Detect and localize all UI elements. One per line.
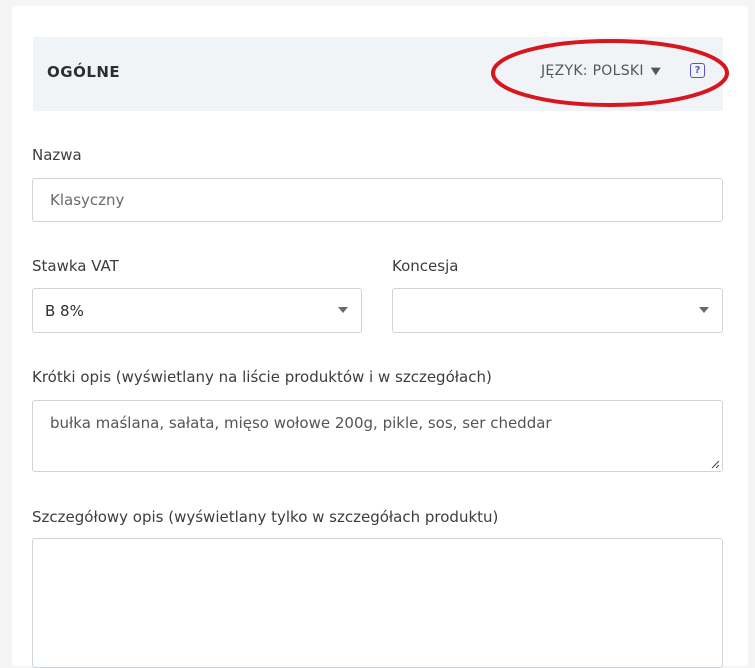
section-title: OGÓLNE xyxy=(47,63,121,81)
product-general-card: OGÓLNE JĘZYK: POLSKI ▼ ? Nazwa Klasyczny… xyxy=(12,6,748,668)
chevron-down-icon: ▼ xyxy=(650,65,662,77)
long-description-textarea[interactable] xyxy=(32,538,723,668)
short-description-textarea[interactable]: bułka maślana, sałata, mięso wołowe 200g… xyxy=(32,400,723,472)
vat-rate-label: Stawka VAT xyxy=(32,257,119,275)
name-label: Nazwa xyxy=(32,146,82,164)
dropdown-caret-icon xyxy=(699,307,709,313)
short-description-label: Krótki opis (wyświetlany na liście produ… xyxy=(32,368,492,386)
section-header: OGÓLNE JĘZYK: POLSKI ▼ ? xyxy=(33,37,723,111)
long-description-label: Szczegółowy opis (wyświetlany tylko w sz… xyxy=(32,508,499,526)
concession-label: Koncesja xyxy=(392,257,459,275)
vat-rate-value: B 8% xyxy=(45,301,84,320)
resize-handle-icon[interactable] xyxy=(710,459,720,469)
language-label: JĘZYK: POLSKI xyxy=(541,63,644,79)
dropdown-caret-icon xyxy=(338,307,348,313)
language-selector[interactable]: JĘZYK: POLSKI ▼ xyxy=(541,63,662,79)
name-input[interactable]: Klasyczny xyxy=(32,178,723,222)
help-icon[interactable]: ? xyxy=(690,63,705,78)
short-description-value: bułka maślana, sałata, mięso wołowe 200g… xyxy=(50,414,552,432)
concession-select[interactable] xyxy=(392,288,723,333)
vat-rate-select[interactable]: B 8% xyxy=(32,288,362,333)
